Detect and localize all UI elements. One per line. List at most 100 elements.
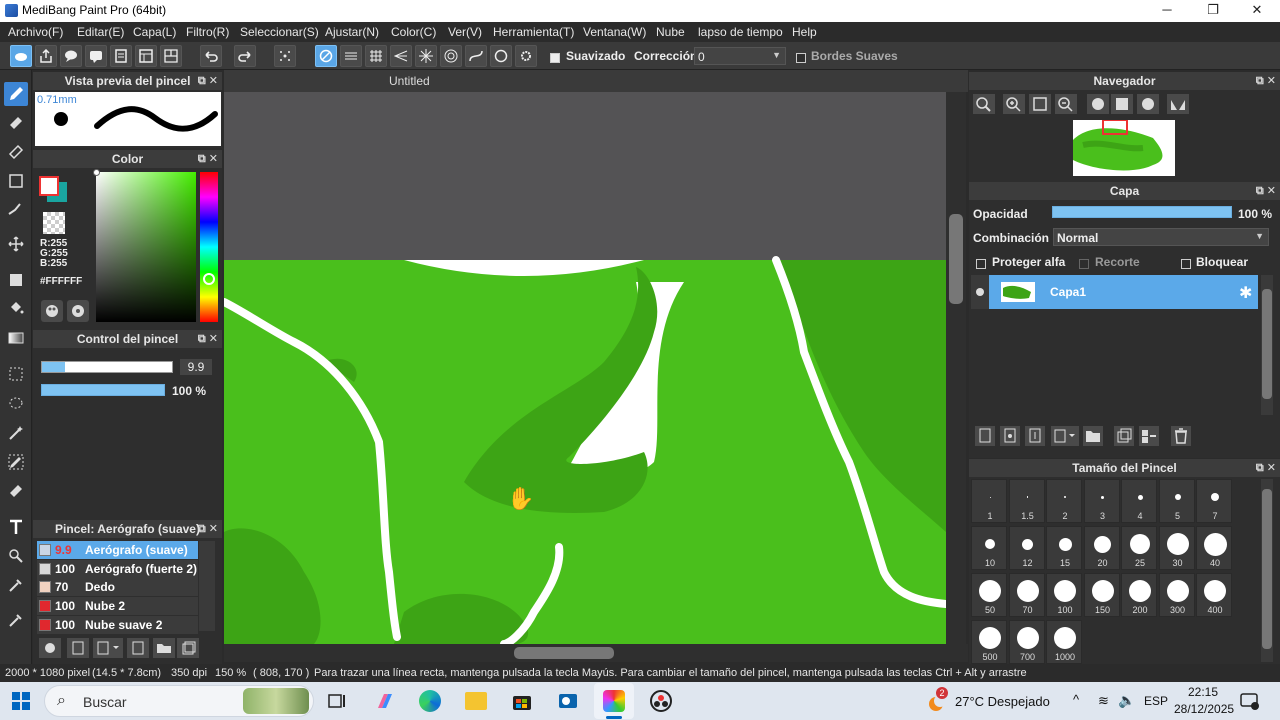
speech-bubble-icon[interactable] (60, 45, 82, 67)
curve-snap-icon[interactable] (465, 45, 487, 67)
medibang-taskbar-button[interactable] (594, 683, 634, 719)
add-layer-menu-icon[interactable] (1051, 426, 1079, 446)
new-brush-icon[interactable] (67, 638, 89, 658)
brush-size-option[interactable]: 30 (1158, 526, 1195, 570)
add-brush-icon[interactable] (93, 638, 123, 658)
lasso-tool-icon[interactable] (4, 392, 28, 416)
navigator-thumbnail[interactable] (1073, 120, 1175, 176)
brush-size-option[interactable]: 200 (1121, 573, 1157, 617)
brush-size-option[interactable]: 15 (1046, 526, 1082, 570)
layer-opacity-slider[interactable] (1052, 206, 1232, 218)
snap-off-icon[interactable] (315, 45, 337, 67)
color-history-icon[interactable] (67, 300, 89, 322)
brush-tool-icon[interactable] (4, 82, 28, 106)
weather-text[interactable]: 27°C Despejado (955, 694, 1050, 709)
menu-seleccionar[interactable]: Seleccionar(S) (240, 25, 319, 39)
panel-controls-icon[interactable]: ⧉ ✕ (198, 520, 218, 538)
picker-cursor[interactable] (93, 169, 100, 176)
brush-list-item[interactable]: 100 Nube 2 (37, 597, 198, 616)
canvas-tab[interactable]: Untitled (224, 70, 968, 92)
panel-controls-icon[interactable]: ⧉ ✕ (1256, 72, 1276, 90)
menu-ver[interactable]: Ver(V) (448, 25, 482, 39)
magic-wand-icon[interactable] (4, 421, 28, 445)
zoom-out-icon[interactable] (1055, 94, 1077, 114)
hscroll-thumb[interactable] (514, 647, 614, 659)
brush-size-option[interactable]: 40 (1196, 526, 1232, 570)
ms-store-icon[interactable] (511, 690, 533, 712)
brush-size-option[interactable]: 100 (1046, 573, 1082, 617)
menu-ajustar[interactable]: Ajustar(N) (325, 25, 379, 39)
layer-visibility-toggle[interactable] (971, 275, 989, 309)
brush-opacity-slider[interactable] (41, 384, 165, 396)
soft-edges-checkbox[interactable] (796, 50, 806, 64)
brush-list-scrollbar[interactable] (199, 541, 215, 631)
undo-icon[interactable] (200, 45, 222, 67)
artwork[interactable]: ✋ (224, 92, 946, 644)
panel-controls-icon[interactable]: ⧉ ✕ (1256, 182, 1276, 200)
close-button[interactable]: ✕ (1234, 0, 1280, 22)
clock-date[interactable]: 28/12/2025 (1174, 702, 1234, 716)
zoom-out-glass-icon[interactable] (973, 94, 995, 114)
blend-mode-select[interactable]: Normal ▼ (1053, 228, 1269, 246)
trash-icon[interactable] (1171, 426, 1191, 446)
smooth-checkbox[interactable] (550, 50, 560, 64)
panel-controls-icon[interactable]: ⧉ ✕ (198, 330, 218, 348)
brush-size-slider[interactable] (41, 361, 173, 373)
line-brush-icon[interactable] (4, 198, 28, 222)
brush-size-option[interactable]: 20 (1083, 526, 1120, 570)
palette-icon[interactable] (41, 300, 63, 322)
menu-filtro[interactable]: Filtro(R) (186, 25, 229, 39)
dot-grid-icon[interactable] (274, 45, 296, 67)
canvas-hscrollbar[interactable] (224, 644, 968, 662)
panel-controls-icon[interactable]: ⧉ ✕ (198, 150, 218, 168)
task-view-icon[interactable] (327, 692, 347, 710)
brush-size-option[interactable]: 7 (1196, 479, 1232, 523)
wifi-icon[interactable]: ≋ (1098, 693, 1109, 709)
windows-start-icon[interactable] (12, 692, 30, 710)
frame-icon[interactable] (160, 45, 182, 67)
parallel-snap-icon[interactable] (340, 45, 362, 67)
duplicate-layer-icon[interactable] (1114, 426, 1134, 446)
fit-window-icon[interactable] (1029, 94, 1051, 114)
flip-icon[interactable] (1167, 94, 1189, 114)
brush-size-value[interactable]: 9.9 (180, 359, 212, 375)
brush-size-option[interactable]: 1000 (1046, 620, 1082, 664)
menu-help[interactable]: Help (792, 25, 817, 39)
saturation-value-picker[interactable] (93, 169, 196, 322)
concentric-snap-icon[interactable] (440, 45, 462, 67)
marquee-tool-icon[interactable] (4, 362, 28, 386)
taskbar-search-box[interactable]: ⌕ Buscar (44, 685, 314, 717)
edge-browser-icon[interactable] (419, 690, 441, 712)
fill-rect-icon[interactable] (4, 268, 28, 292)
brush-list-item[interactable]: 100 Aerógrafo (fuerte 2) (37, 559, 198, 578)
brush-size-option[interactable]: 5 (1158, 479, 1195, 523)
grid-snap-icon[interactable] (365, 45, 387, 67)
protect-alpha-checkbox[interactable] (976, 256, 986, 270)
menu-lapso[interactable]: lapso de tiempo (698, 25, 783, 39)
eyedropper-tool-icon[interactable] (4, 573, 28, 597)
merge-layer-icon[interactable] (1139, 426, 1159, 446)
brush-size-option[interactable]: 1.5 (1008, 479, 1045, 523)
minimize-button[interactable]: ─ (1144, 0, 1190, 22)
brush-size-option[interactable]: 50 (971, 573, 1007, 617)
rectangle-tool-icon[interactable] (4, 169, 28, 193)
brush-size-option[interactable]: 10 (971, 526, 1007, 570)
text-bubble-icon[interactable] (85, 45, 107, 67)
menu-capa[interactable]: Capa(L) (133, 25, 176, 39)
canvas-area[interactable]: ✋ (224, 92, 946, 644)
panel-layout-icon[interactable] (135, 45, 157, 67)
layer-scrollbar[interactable] (1261, 275, 1273, 415)
panel-controls-icon[interactable]: ⧉ ✕ (198, 72, 218, 90)
brush-size-option[interactable]: 1 (971, 479, 1007, 523)
text-tool-icon[interactable] (4, 515, 28, 539)
hand-tool-icon[interactable] (4, 608, 28, 632)
clock-time[interactable]: 22:15 (1188, 685, 1218, 699)
brush-settings-icon[interactable] (39, 638, 61, 658)
new-layer-icon[interactable] (975, 426, 995, 446)
brush-size-option[interactable]: 500 (971, 620, 1007, 664)
lock-checkbox[interactable] (1181, 256, 1191, 270)
operation-tool-icon[interactable] (4, 544, 28, 568)
notifications-icon[interactable] (1240, 692, 1260, 710)
brush-size-option[interactable]: 3 (1083, 479, 1120, 523)
brush-size-option[interactable]: 4 (1121, 479, 1157, 523)
